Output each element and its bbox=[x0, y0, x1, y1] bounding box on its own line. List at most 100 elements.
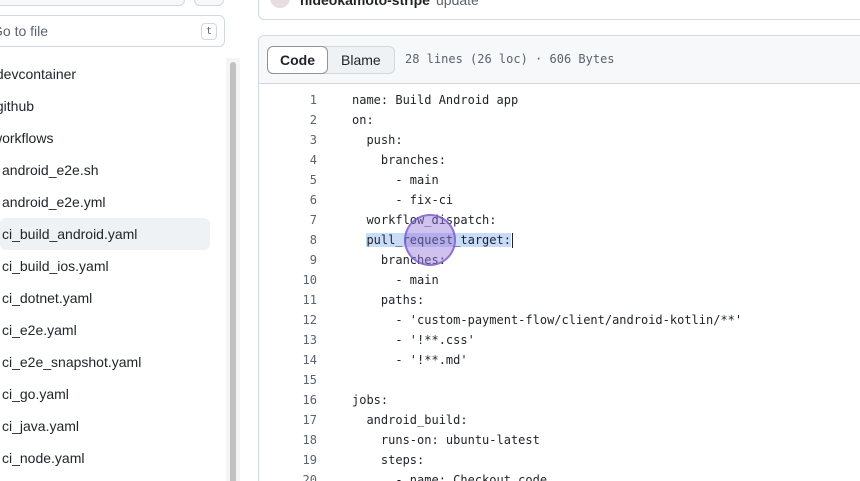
sidebar-item-ci-java-yaml[interactable]: ci_java.yaml bbox=[0, 410, 226, 442]
code-text: workflow_dispatch: bbox=[352, 213, 497, 227]
code-line[interactable]: 20 - name: Checkout code bbox=[259, 470, 860, 481]
line-number[interactable]: 5 bbox=[259, 170, 317, 190]
sidebar-item-ci-node-yaml[interactable]: ci_node.yaml bbox=[0, 442, 226, 474]
sidebar-item-github[interactable]: .github bbox=[0, 90, 226, 122]
line-number[interactable]: 8 bbox=[259, 230, 317, 250]
line-number[interactable]: 15 bbox=[259, 370, 317, 390]
line-number[interactable]: 10 bbox=[259, 270, 317, 290]
sidebar-item-android-e2e-yml[interactable]: android_e2e.yml bbox=[0, 186, 226, 218]
file-header: Code Blame 28 lines (26 loc) · 606 Bytes bbox=[259, 36, 860, 84]
sidebar-item-label: workflows bbox=[0, 130, 54, 146]
branch-selector[interactable] bbox=[0, 0, 185, 6]
line-number[interactable]: 4 bbox=[259, 150, 317, 170]
selected-text: pull_request_target: bbox=[366, 233, 511, 247]
sidebar-item-devcontainer[interactable]: .devcontainer bbox=[0, 58, 226, 90]
line-number[interactable]: 18 bbox=[259, 430, 317, 450]
line-number[interactable]: 6 bbox=[259, 190, 317, 210]
sidebar-item-ci-go-yaml[interactable]: ci_go.yaml bbox=[0, 378, 226, 410]
line-number[interactable]: 14 bbox=[259, 350, 317, 370]
code-text: - main bbox=[352, 273, 439, 287]
view-mode-toggle: Code Blame bbox=[267, 46, 395, 74]
line-number[interactable]: 12 bbox=[259, 310, 317, 330]
code-text: name: Build Android app bbox=[352, 93, 519, 107]
code-text: steps: bbox=[352, 453, 425, 467]
code-text: android_build: bbox=[352, 413, 468, 427]
code-line[interactable]: 17 android_build: bbox=[259, 410, 860, 430]
code-text: jobs: bbox=[352, 393, 389, 407]
text-caret bbox=[511, 233, 513, 248]
sidebar-action-button[interactable] bbox=[194, 0, 224, 6]
go-to-file-input[interactable] bbox=[0, 23, 181, 39]
code-line[interactable]: 1 name: Build Android app bbox=[259, 90, 860, 110]
sidebar-item-ci-e2e-snapshot-yaml[interactable]: ci_e2e_snapshot.yaml bbox=[0, 346, 226, 378]
sidebar-item-android-e2e-sh[interactable]: android_e2e.sh bbox=[0, 154, 226, 186]
sidebar-item-ci-e2e-yaml[interactable]: ci_e2e.yaml bbox=[0, 314, 226, 346]
keyboard-shortcut-badge: t bbox=[201, 23, 217, 40]
code-text: - 'custom-payment-flow/client/android-ko… bbox=[352, 313, 743, 327]
commit-message-link[interactable]: update bbox=[436, 0, 479, 8]
line-number[interactable]: 1 bbox=[259, 90, 317, 110]
sidebar-item-ci-build-android-yaml[interactable]: ci_build_android.yaml bbox=[0, 218, 210, 250]
code-line[interactable]: 5 - main bbox=[259, 170, 860, 190]
sidebar-item-label: android_e2e.yml bbox=[2, 194, 106, 210]
sidebar-item-ci-dotnet-yaml[interactable]: ci_dotnet.yaml bbox=[0, 282, 226, 314]
line-number[interactable]: 7 bbox=[259, 210, 317, 230]
code-line[interactable]: 18 runs-on: ubuntu-latest bbox=[259, 430, 860, 450]
tab-blame[interactable]: Blame bbox=[328, 47, 394, 73]
sidebar-item-ci-build-ios-yaml[interactable]: ci_build_ios.yaml bbox=[0, 250, 226, 282]
code-line[interactable]: 19 steps: bbox=[259, 450, 860, 470]
code-line[interactable]: 16 jobs: bbox=[259, 390, 860, 410]
sidebar-item-workflows[interactable]: workflows bbox=[0, 122, 226, 154]
line-number[interactable]: 11 bbox=[259, 290, 317, 310]
sidebar-item-label: ci_node.yaml bbox=[2, 450, 85, 466]
code-line[interactable]: 7 workflow_dispatch: bbox=[259, 210, 860, 230]
code-line[interactable]: 3 push: bbox=[259, 130, 860, 150]
line-number[interactable]: 13 bbox=[259, 330, 317, 350]
sidebar-item-label: ci_e2e_snapshot.yaml bbox=[2, 354, 142, 370]
sidebar-item-label: .github bbox=[0, 98, 35, 114]
commit-author-link[interactable]: hideokamoto-stripe bbox=[300, 0, 430, 8]
sidebar-scrollbar-thumb[interactable] bbox=[230, 62, 236, 481]
code-line[interactable]: 13 - '!**.css' bbox=[259, 330, 860, 350]
code-text: - '!**.css' bbox=[352, 333, 475, 347]
sidebar-item-label: ci_e2e.yaml bbox=[2, 322, 77, 338]
sidebar-item-label: android_e2e.sh bbox=[2, 162, 99, 178]
code-text: - main bbox=[352, 173, 439, 187]
code-line[interactable]: 9 branches: bbox=[259, 250, 860, 270]
line-number[interactable]: 19 bbox=[259, 450, 317, 470]
line-number[interactable]: 2 bbox=[259, 110, 317, 130]
code-line[interactable]: 15 bbox=[259, 370, 860, 390]
code-line[interactable]: 11 paths: bbox=[259, 290, 860, 310]
code-line[interactable]: 6 - fix-ci bbox=[259, 190, 860, 210]
line-number[interactable]: 9 bbox=[259, 250, 317, 270]
sidebar-item-label: ci_dotnet.yaml bbox=[2, 290, 93, 306]
file-viewer: Code Blame 28 lines (26 loc) · 606 Bytes… bbox=[258, 35, 860, 481]
code-line[interactable]: 2 on: bbox=[259, 110, 860, 130]
file-size-info: 28 lines (26 loc) · 606 Bytes bbox=[405, 52, 615, 66]
sidebar-item-label: ci_go.yaml bbox=[2, 386, 69, 402]
line-number[interactable]: 17 bbox=[259, 410, 317, 430]
code-view[interactable]: 1 name: Build Android app 2 on: 3 push: 4 bra… bbox=[259, 90, 860, 481]
line-number[interactable]: 16 bbox=[259, 390, 317, 410]
sidebar-item-label: ci_build_ios.yaml bbox=[2, 258, 109, 274]
tab-code[interactable]: Code bbox=[267, 46, 328, 74]
code-line[interactable]: 10 - main bbox=[259, 270, 860, 290]
line-number[interactable]: 20 bbox=[259, 470, 317, 481]
code-text: - '!**.md' bbox=[352, 353, 468, 367]
sidebar-item-label: .devcontainer bbox=[0, 66, 77, 82]
file-tree: .devcontainer .github workflows android_e2e… bbox=[0, 58, 226, 474]
line-number[interactable]: 3 bbox=[259, 130, 317, 150]
code-text: on: bbox=[352, 113, 374, 127]
code-text: branches: bbox=[352, 153, 446, 167]
code-line[interactable]: 4 branches: bbox=[259, 150, 860, 170]
code-line[interactable]: 8 pull_request_target: bbox=[259, 230, 860, 250]
code-line[interactable]: 12 - 'custom-payment-flow/client/android… bbox=[259, 310, 860, 330]
file-tree-sidebar: t .devcontainer .github workflows android_e… bbox=[0, 0, 240, 481]
go-to-file-field[interactable]: t bbox=[0, 15, 225, 47]
code-text: paths: bbox=[352, 293, 425, 307]
code-text: branches: bbox=[352, 253, 446, 267]
sidebar-scrollbar[interactable] bbox=[226, 58, 240, 481]
code-text: - name: Checkout code bbox=[352, 473, 548, 481]
sidebar-item-label: ci_build_android.yaml bbox=[2, 226, 138, 242]
code-line[interactable]: 14 - '!**.md' bbox=[259, 350, 860, 370]
